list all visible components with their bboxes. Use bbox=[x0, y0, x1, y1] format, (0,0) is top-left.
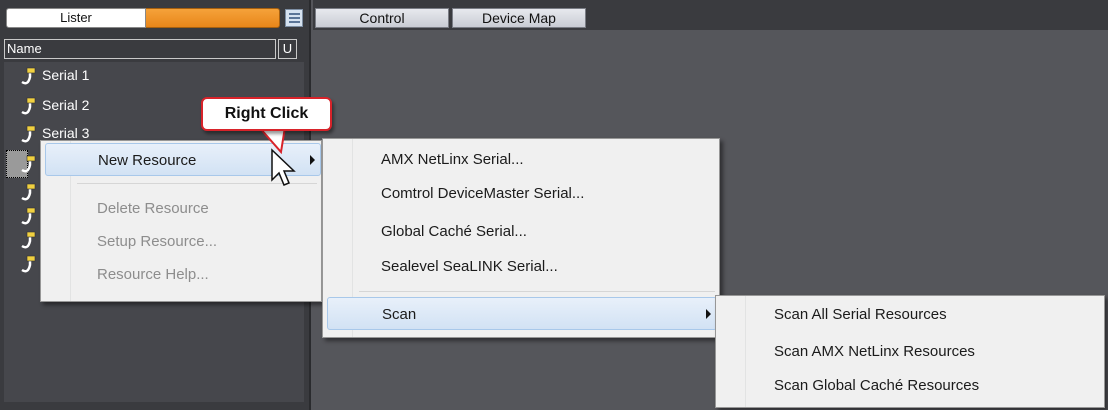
lister-tab-bar[interactable] bbox=[146, 8, 280, 28]
menu-item-sealevel-sealink-serial[interactable]: Sealevel SeaLINK Serial... bbox=[327, 250, 717, 283]
lister-tab[interactable]: Lister bbox=[6, 8, 146, 28]
list-item[interactable]: Serial 1 bbox=[4, 64, 304, 88]
menu-item-label: Global Caché Serial... bbox=[381, 223, 527, 240]
list-item-label: Serial 3 bbox=[42, 125, 90, 141]
submenu-arrow-icon bbox=[706, 309, 711, 319]
submenu-arrow-icon bbox=[310, 155, 315, 165]
menu-item-label: Scan All Serial Resources bbox=[774, 306, 947, 323]
menu-item-scan-all-serial[interactable]: Scan All Serial Resources bbox=[720, 298, 1102, 331]
name-column-header[interactable]: Name bbox=[4, 39, 276, 59]
serial-cable-icon bbox=[21, 207, 36, 225]
right-click-callout: Right Click bbox=[201, 97, 332, 131]
menu-item-scan-amx-netlinx[interactable]: Scan AMX NetLinx Resources bbox=[720, 335, 1102, 368]
menu-item-scan-global-cache[interactable]: Scan Global Caché Resources bbox=[720, 369, 1102, 402]
menu-item-global-cache-serial[interactable]: Global Caché Serial... bbox=[327, 215, 717, 248]
new-resource-submenu: AMX NetLinx Serial... Comtrol DeviceMast… bbox=[322, 138, 720, 338]
list-item-label: Serial 1 bbox=[42, 67, 90, 83]
serial-cable-icon bbox=[21, 231, 36, 249]
u-column-header[interactable]: U bbox=[278, 39, 297, 59]
serial-cable-icon bbox=[21, 125, 36, 143]
tab-control[interactable]: Control bbox=[315, 8, 449, 28]
list-item-label: Serial 2 bbox=[42, 97, 90, 113]
menu-item-amx-netlinx-serial[interactable]: AMX NetLinx Serial... bbox=[327, 143, 717, 176]
tab-device-map[interactable]: Device Map bbox=[452, 8, 586, 28]
serial-cable-icon bbox=[21, 183, 36, 201]
menu-item-label: Setup Resource... bbox=[97, 233, 218, 250]
menu-item-label: Scan Global Caché Resources bbox=[774, 377, 980, 394]
menu-item-setup-resource[interactable]: Setup Resource... bbox=[45, 225, 321, 258]
menu-item-scan[interactable]: Scan bbox=[327, 297, 717, 330]
menu-item-label: Resource Help... bbox=[97, 266, 209, 283]
menu-item-label: Comtrol DeviceMaster Serial... bbox=[381, 185, 585, 202]
scan-submenu: Scan All Serial Resources Scan AMX NetLi… bbox=[715, 295, 1105, 408]
menu-item-label: Scan AMX NetLinx Resources bbox=[774, 343, 975, 360]
menu-item-comtrol-devicemaster-serial[interactable]: Comtrol DeviceMaster Serial... bbox=[327, 177, 717, 210]
serial-cable-icon bbox=[21, 255, 36, 273]
menu-item-resource-help[interactable]: Resource Help... bbox=[45, 258, 321, 291]
mouse-cursor-icon bbox=[271, 148, 296, 186]
serial-cable-icon bbox=[21, 67, 36, 85]
menu-item-label: AMX NetLinx Serial... bbox=[381, 151, 524, 168]
menu-item-delete-resource[interactable]: Delete Resource bbox=[45, 192, 321, 225]
view-options-icon[interactable] bbox=[285, 9, 303, 27]
menu-item-label: Scan bbox=[382, 306, 417, 323]
menu-separator bbox=[359, 291, 715, 292]
serial-cable-icon bbox=[21, 155, 36, 173]
menu-item-label: New Resource bbox=[98, 152, 197, 169]
menu-item-label: Sealevel SeaLINK Serial... bbox=[381, 258, 558, 275]
serial-cable-icon bbox=[21, 97, 36, 115]
menu-item-label: Delete Resource bbox=[97, 200, 209, 217]
